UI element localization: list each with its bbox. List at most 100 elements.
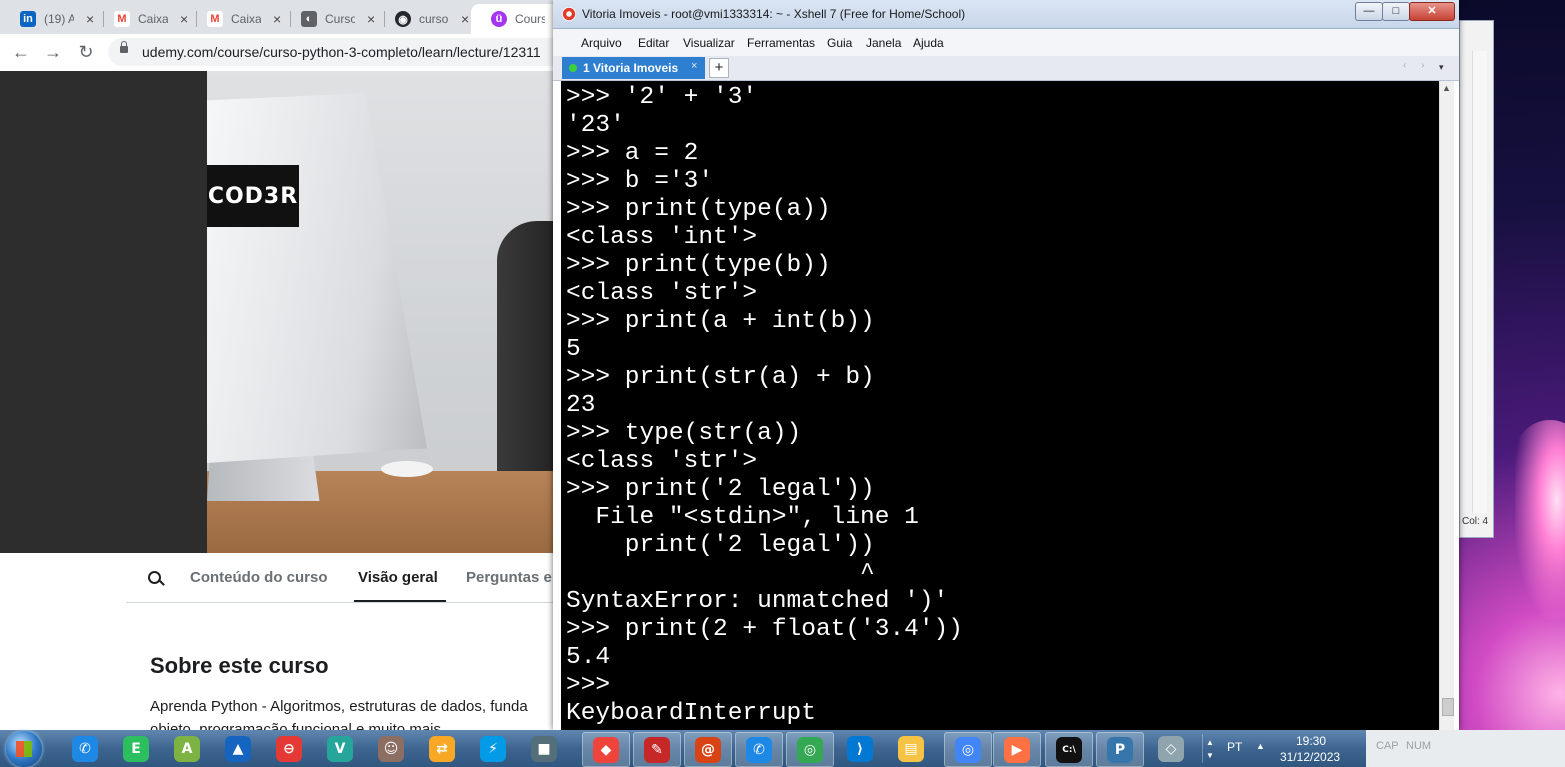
globe-icon: ◐ <box>301 11 317 27</box>
video-frame: COD3R <box>207 71 560 553</box>
bolt-icon: ⚡ <box>480 735 506 762</box>
about-course-text: Aprenda Python - Algoritmos, estruturas … <box>150 698 528 715</box>
close-tab-icon[interactable]: × <box>273 11 281 27</box>
about-course-title: Sobre este curso <box>150 653 329 678</box>
close-window-button[interactable]: ✕ <box>1409 2 1455 21</box>
taskbar-app-chrome-profile[interactable]: ◎ <box>944 732 992 767</box>
reload-icon[interactable]: ↻ <box>74 40 98 64</box>
scroll-up-arrow-icon[interactable]: ▲ <box>1442 83 1451 93</box>
taskbar-app-media[interactable]: ▶ <box>993 732 1041 767</box>
menu-ajuda[interactable]: Ajuda <box>913 36 944 50</box>
chrome-icon: ◎ <box>797 736 823 763</box>
cmd-icon: C:\ <box>1056 736 1082 763</box>
tab-course-content[interactable]: Conteúdo do curso <box>190 569 328 586</box>
session-tab-vitoria-imoveis[interactable]: 1 Vitoria Imoveis × <box>562 57 705 79</box>
language-indicator[interactable]: PT <box>1227 740 1242 754</box>
clock-time[interactable]: 19:30 <box>1296 734 1326 748</box>
windows-taskbar: ✆ E A ▲ ⊖ V ☺ ⇄ ⚡ ■ ◆ ✎ @ ✆ ◎ ⟩ ▤ ◎ ▶ C:\ P ◇ ▲ ▼ PT ▲ 19:30 3… <box>0 730 1565 767</box>
taskbar-app-bolt[interactable]: ⚡ <box>470 732 516 765</box>
anydesk-icon: ◆ <box>593 736 619 763</box>
start-button[interactable] <box>6 731 42 767</box>
taskbar-app-paint[interactable]: ✎ <box>633 732 681 767</box>
close-session-icon[interactable]: × <box>691 60 697 72</box>
menu-arquivo[interactable]: Arquivo <box>581 36 622 50</box>
taskbar-app-cmd[interactable]: C:\ <box>1045 732 1093 767</box>
video-presenter <box>497 221 560 471</box>
search-icon[interactable] <box>148 571 161 584</box>
coder-logo: COD3R <box>207 165 299 227</box>
taskbar-app-network[interactable]: ⇄ <box>419 732 465 765</box>
taskbar-app-monkey[interactable]: ☺ <box>368 732 414 765</box>
new-session-tab-button[interactable]: + <box>709 58 729 78</box>
maximize-button[interactable]: □ <box>1382 2 1410 21</box>
taskbar-app-vite[interactable]: V <box>317 732 363 765</box>
background-window-scrollbar[interactable] <box>1472 51 1487 513</box>
taskbar-app-android[interactable]: A <box>164 732 210 765</box>
tray-scroll-arrows[interactable]: ▲ ▼ <box>1206 736 1214 762</box>
taskbar-app-phone2[interactable]: ✆ <box>735 732 783 767</box>
lock-app-icon: ■ <box>531 735 557 762</box>
gmail-icon: M <box>114 11 130 27</box>
keyboard-status-area: CAP NUM <box>1366 730 1565 767</box>
taskbar-app-lock-app[interactable]: ■ <box>521 732 567 765</box>
close-tab-icon[interactable]: × <box>461 11 469 27</box>
address-bar[interactable]: udemy.com/course/curso-python-3-completo… <box>108 38 568 66</box>
media-icon: ▶ <box>1004 736 1030 763</box>
monkey-icon: ☺ <box>378 735 404 762</box>
menu-ferramentas[interactable]: Ferramentas <box>747 36 815 50</box>
phone-icon: ✆ <box>72 735 98 762</box>
taskbar-app-evernote[interactable]: E <box>113 732 159 765</box>
close-tab-icon[interactable]: × <box>86 11 94 27</box>
xshell-app-icon[interactable] <box>562 7 576 21</box>
browser-tab-linkedin[interactable]: in (19) A × <box>0 4 94 34</box>
browser-tab-github[interactable]: ◉ curso × <box>375 4 469 34</box>
evernote-icon: E <box>123 735 149 762</box>
taskbar-app-chrome[interactable]: ◎ <box>786 732 834 767</box>
scrollbar-thumb[interactable] <box>1442 698 1454 716</box>
minimize-button[interactable]: — <box>1355 2 1383 21</box>
xshell-session-tabs: 1 Vitoria Imoveis × + ‹ › ▾ <box>553 56 1459 81</box>
tab-list-dropdown-icon[interactable]: ▾ <box>1439 62 1444 73</box>
forward-arrow-icon[interactable]: → <box>41 40 65 64</box>
clock-date[interactable]: 31/12/2023 <box>1280 750 1340 764</box>
menu-editar[interactable]: Editar <box>638 36 669 50</box>
browser-tab-curso[interactable]: ◐ Curso × <box>281 4 375 34</box>
background-window[interactable]: Col: 4 <box>1459 20 1494 538</box>
video-mouse <box>381 461 433 477</box>
browser-tab-gmail-1[interactable]: M Caixa × <box>94 4 188 34</box>
terminal-scrollbar[interactable]: ▲ <box>1439 81 1454 730</box>
taskbar-app-python[interactable]: P <box>1096 732 1144 767</box>
taskbar-app-vscode[interactable]: ⟩ <box>837 732 883 765</box>
taskbar-app-phone[interactable]: ✆ <box>62 732 108 765</box>
menu-visualizar[interactable]: Visualizar <box>683 36 735 50</box>
taskbar-app-tool[interactable]: ◇ <box>1148 732 1194 765</box>
close-tab-icon[interactable]: × <box>367 11 375 27</box>
num-lock-indicator: NUM <box>1406 740 1432 752</box>
taskbar-app-anydesk[interactable]: ◆ <box>582 732 630 767</box>
network-icon: ⇄ <box>429 735 455 762</box>
menu-guia[interactable]: Guia <box>827 36 852 50</box>
xshell-menubar: Arquivo Editar Visualizar Ferramentas Gu… <box>553 29 1459 57</box>
taskbar-app-xshell[interactable]: @ <box>684 732 732 767</box>
taskbar-app-shark[interactable]: ▲ <box>215 732 261 765</box>
xshell-icon: @ <box>695 736 721 763</box>
xshell-titlebar[interactable]: Vitoria Imoveis - root@vmi1333314: ~ - X… <box>553 0 1459 29</box>
tab-questions[interactable]: Perguntas e <box>466 569 552 586</box>
shark-icon: ▲ <box>225 735 251 762</box>
browser-tab-gmail-2[interactable]: M Caixa × <box>187 4 281 34</box>
tab-scroll-arrows[interactable]: ‹ › <box>1403 60 1430 71</box>
tool-icon: ◇ <box>1158 735 1184 762</box>
course-page-body: Conteúdo do curso Visão geral Perguntas … <box>0 553 560 730</box>
menu-janela[interactable]: Janela <box>866 36 901 50</box>
tab-overview[interactable]: Visão geral <box>358 569 438 586</box>
course-video-player[interactable]: COD3R <box>0 71 560 553</box>
app-red-icon: ⊖ <box>276 735 302 762</box>
back-arrow-icon[interactable]: ← <box>9 40 33 64</box>
show-hidden-icons[interactable]: ▲ <box>1256 741 1265 751</box>
taskbar-app-explorer[interactable]: ▤ <box>888 732 934 765</box>
lock-icon[interactable] <box>120 41 128 53</box>
terminal-output[interactable]: >>> '2' + '3' '23' >>> a = 2 >>> b ='3' … <box>561 81 1439 730</box>
url-text[interactable]: udemy.com/course/curso-python-3-completo… <box>142 44 541 60</box>
xshell-window[interactable]: Vitoria Imoveis - root@vmi1333314: ~ - X… <box>553 0 1459 730</box>
taskbar-app-app-red[interactable]: ⊖ <box>266 732 312 765</box>
